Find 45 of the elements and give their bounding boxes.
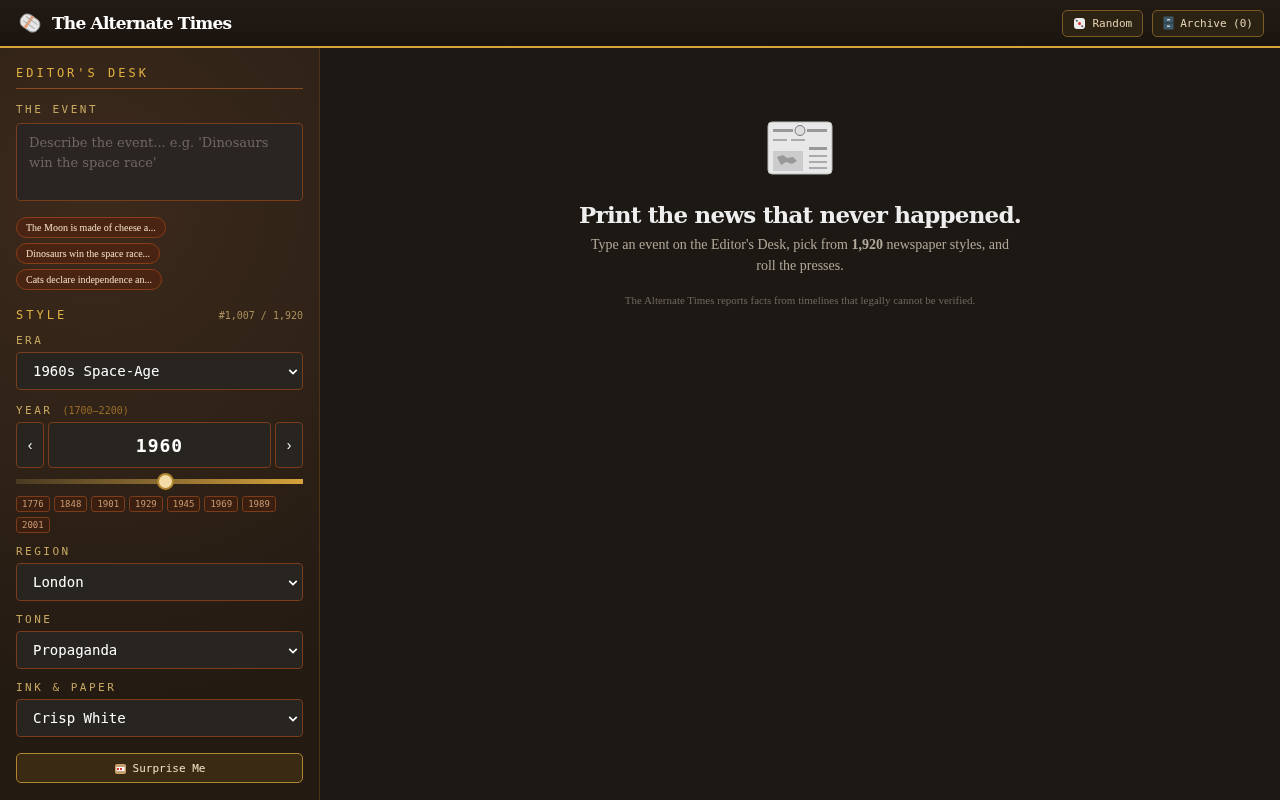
next-year-button[interactable]: › [275,422,303,468]
header-button[interactable]: Random [1062,9,1144,37]
year-preset[interactable]: 1989 [242,496,276,512]
field-label: ERA [16,334,45,347]
event-input[interactable]: Describe the event... e.g. 'Dinosaurs win the space race' [16,123,303,201]
style-counter: #1,007 / 1,920 [218,310,303,321]
ink-select[interactable]: Crisp White [16,699,303,737]
dice-icon [1073,16,1087,30]
field-label: INK & PAPER [16,681,118,694]
previous-year-button[interactable]: ‹ [16,422,44,468]
field-label: THE EVENT [16,103,100,116]
year-preset[interactable]: 1945 [166,496,201,512]
slot-machine-icon [113,762,127,774]
year-preset[interactable]: 1848 [53,496,88,512]
cabinet-icon [1163,16,1175,30]
year-input[interactable]: 1960 [48,422,271,468]
suggestion-chip[interactable]: Dinosaurs win the space race... [16,243,161,264]
year-preset[interactable]: 1929 [129,496,163,512]
chevron-down-icon [288,579,298,587]
year-preset[interactable]: 1776 [16,496,50,512]
suggestion-chip[interactable]: Cats declare independence an... [16,269,163,290]
slider-thumb[interactable] [157,473,175,490]
field-label: TONE [16,613,54,626]
intro-text: Type an event on the Editor's Desk, pick from 1,920 newspaper styles, and roll the presses. [590,236,1010,275]
chevron-down-icon [288,647,298,655]
region-select[interactable]: London [16,563,303,601]
year-preset[interactable]: 1901 [91,496,126,512]
tone-select[interactable]: Propaganda [16,631,303,669]
surprise-button[interactable]: Surprise Me [16,753,303,783]
year-preset[interactable]: 1969 [204,496,239,512]
year-range: (1700–2200) [62,405,129,416]
era-select[interactable]: 1960s Space-Age [16,352,303,390]
suggestion-chip[interactable]: The Moon is made of cheese a... [16,217,166,238]
chevron-down-icon [288,368,298,376]
header-button[interactable]: Archive (0) [1152,9,1264,37]
chevron-down-icon [288,715,298,723]
newspaper-icon [767,121,833,175]
year-preset[interactable]: 2001 [16,517,50,533]
field-label: YEAR [16,404,53,417]
disclaimer-text: The Alternate Times reports facts from timelines that legally cannot be verified. [624,294,976,306]
section-label: STYLE [16,308,68,322]
headline: Print the news that never happened. [579,201,1021,228]
section-heading: EDITOR'S DESK [16,66,303,89]
field-label: REGION [16,545,72,558]
app-title: The Alternate Times [52,13,232,33]
